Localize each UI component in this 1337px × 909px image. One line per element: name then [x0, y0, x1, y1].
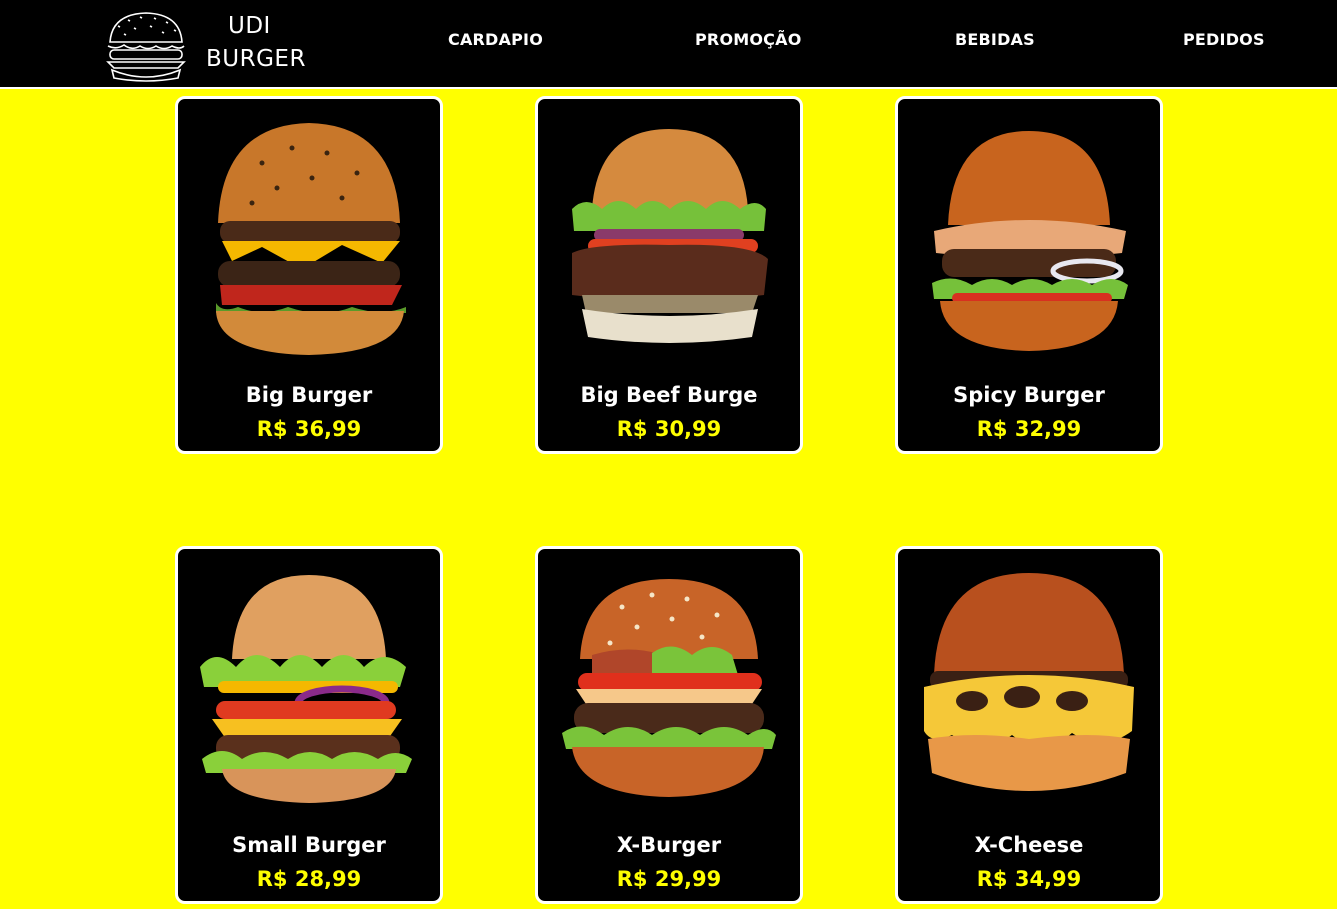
brand-line-2: BURGER — [206, 46, 306, 72]
brand-line-1: UDI — [228, 13, 271, 39]
product-name: Big Burger — [245, 383, 373, 407]
product-card[interactable]: Spicy Burger R$ 32,99 — [895, 96, 1163, 454]
burger-logo-icon[interactable] — [104, 8, 188, 82]
burger-image — [932, 131, 1128, 351]
burger-image — [924, 573, 1134, 791]
product-card[interactable]: Big Burger R$ 36,99 — [175, 96, 443, 454]
product-price: R$ 30,99 — [616, 417, 722, 441]
product-card[interactable]: Big Beef Burge R$ 30,99 — [535, 96, 803, 454]
product-card[interactable]: X-Burger R$ 29,99 — [535, 546, 803, 904]
product-price: R$ 34,99 — [976, 867, 1082, 891]
burger-image — [200, 575, 412, 803]
nav-link-pedidos[interactable]: PEDIDOS — [1183, 30, 1265, 49]
product-card[interactable]: X-Cheese R$ 34,99 — [895, 546, 1163, 904]
navbar: UDI BURGER CARDAPIO PROMOÇÃO BEBIDAS PED… — [0, 0, 1337, 89]
nav-link-promocao[interactable]: PROMOÇÃO — [695, 30, 802, 49]
product-name: X-Cheese — [974, 833, 1084, 857]
product-price: R$ 29,99 — [616, 867, 722, 891]
product-name: X-Burger — [616, 833, 722, 857]
nav-link-bebidas[interactable]: BEBIDAS — [955, 30, 1035, 49]
product-price: R$ 28,99 — [256, 867, 362, 891]
burger-image — [562, 579, 776, 797]
product-card[interactable]: Small Burger R$ 28,99 — [175, 546, 443, 904]
product-name: Spicy Burger — [953, 383, 1105, 407]
nav-link-cardapio[interactable]: CARDAPIO — [448, 30, 543, 49]
product-price: R$ 36,99 — [256, 417, 362, 441]
burger-image — [216, 123, 406, 355]
product-name: Big Beef Burge — [580, 383, 758, 407]
product-name: Small Burger — [232, 833, 386, 857]
brand-name[interactable]: UDI BURGER — [206, 10, 306, 76]
burger-image — [572, 129, 768, 343]
product-price: R$ 32,99 — [976, 417, 1082, 441]
